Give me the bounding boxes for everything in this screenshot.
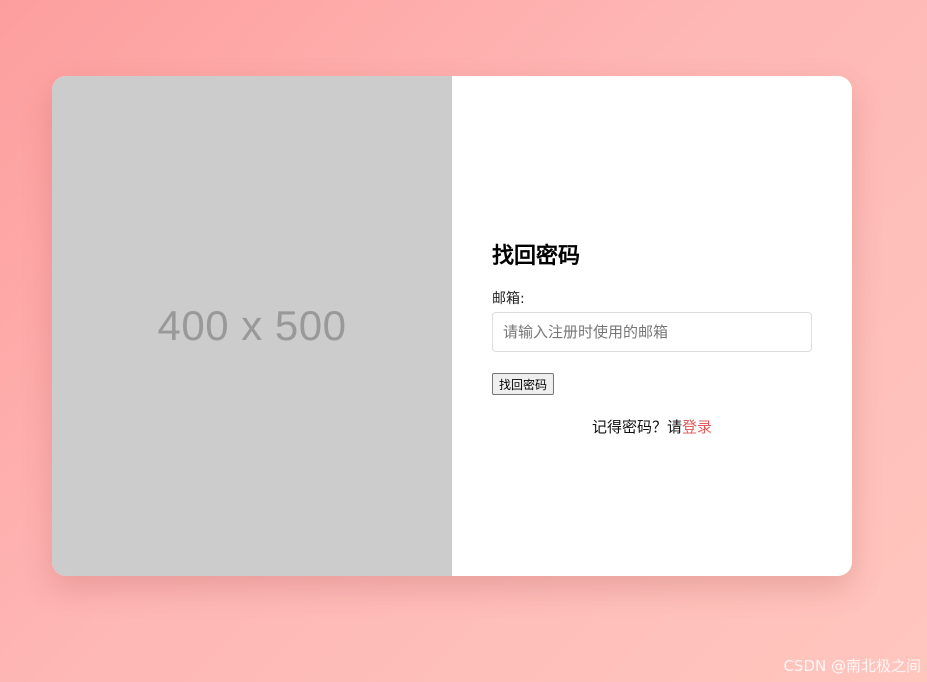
email-label: 邮箱: [492,291,525,307]
form-panel: 找回密码 邮箱: 找回密码 记得密码？请登录 [452,76,852,576]
image-placeholder: 400 x 500 [52,76,452,576]
login-link[interactable]: 登录 [682,418,712,436]
page-title: 找回密码 [492,244,581,269]
recovery-card: 400 x 500 找回密码 邮箱: 找回密码 记得密码？请登录 [52,76,852,576]
remember-password-text: 记得密码？请登录 [452,416,852,437]
recover-password-button[interactable]: 找回密码 [492,373,555,395]
email-field[interactable] [492,312,812,352]
placeholder-size-text: 400 x 500 [157,302,347,349]
watermark: CSDN @南北极之间 [783,657,921,675]
remember-prompt: 记得密码？请 [591,418,682,436]
